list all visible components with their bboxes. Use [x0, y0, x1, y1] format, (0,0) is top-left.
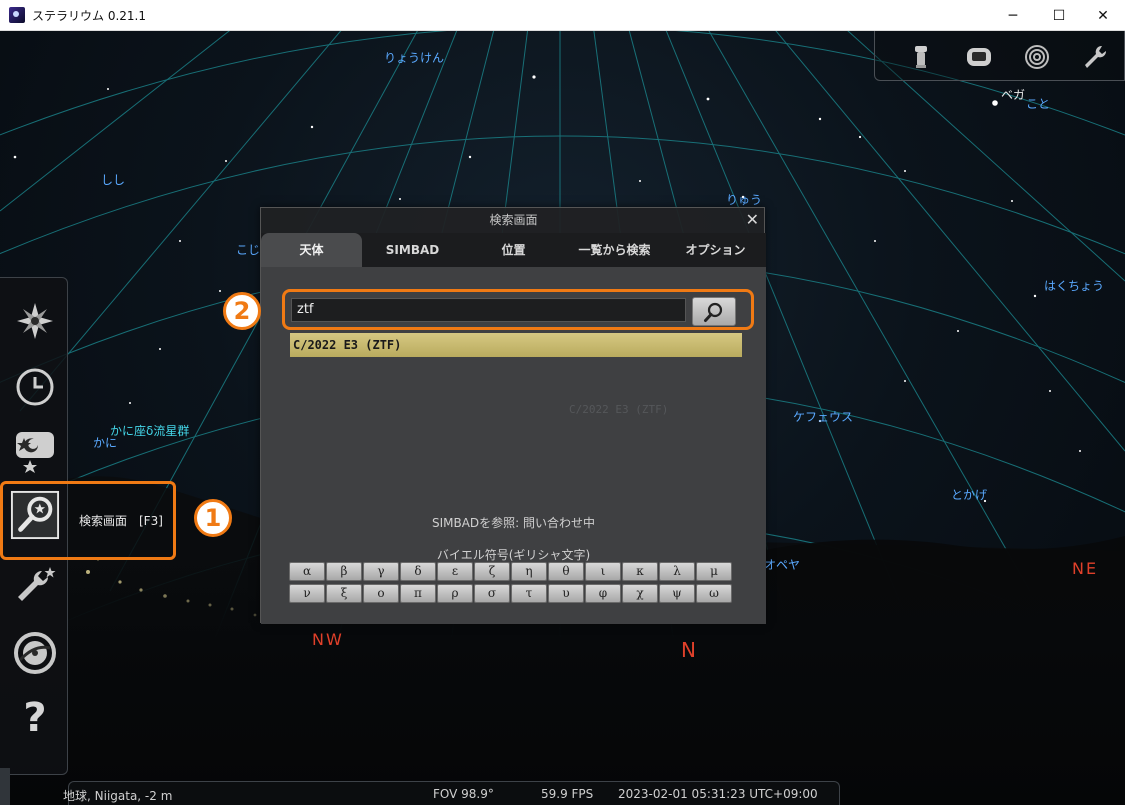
resize-grip[interactable]	[0, 768, 10, 805]
tab-list-search[interactable]: 一覧から検索	[564, 233, 665, 267]
stellarium-app-icon	[9, 7, 25, 23]
constellation-label: はくちょう	[1044, 279, 1105, 293]
background-object-label: C/2022 E3 (ZTF)	[569, 403, 669, 416]
greek-key[interactable]: κ	[622, 562, 658, 581]
tab-options[interactable]: オプション	[665, 233, 766, 267]
greek-key[interactable]: ε	[437, 562, 473, 581]
maximize-button[interactable]: ☐	[1036, 0, 1082, 31]
meteor-shower-label: かに座δ流星群	[110, 424, 190, 438]
greek-key[interactable]: δ	[400, 562, 436, 581]
constellation-label: とかげ	[951, 488, 988, 502]
search-result-item[interactable]: C/2022 E3 (ZTF)	[290, 333, 742, 357]
greek-key[interactable]: π	[400, 584, 436, 603]
status-bar: 地球, Niigata, -2 m FOV 98.9° 59.9 FPS 202…	[63, 781, 840, 805]
greek-key[interactable]: ω	[696, 584, 732, 603]
target-icon[interactable]	[1023, 43, 1051, 71]
greek-key[interactable]: β	[326, 562, 362, 581]
wrench-icon[interactable]	[1081, 43, 1109, 71]
greek-key[interactable]: ρ	[437, 584, 473, 603]
screen-icon[interactable]	[965, 43, 993, 71]
greek-key[interactable]: υ	[548, 584, 584, 603]
window-titlebar: ステラリウム 0.21.1 ─ ☐ ✕	[0, 0, 1125, 31]
annotation-step-2: 2	[223, 292, 261, 330]
settings-icon[interactable]	[10, 563, 60, 613]
fps-readout: 59.9 FPS	[541, 787, 594, 801]
greek-key[interactable]: ο	[363, 584, 399, 603]
cardinal-n: N	[681, 638, 696, 662]
dialog-tabs: 天体 SIMBAD 位置 一覧から検索 オプション	[261, 233, 766, 267]
clock-icon[interactable]	[10, 362, 60, 412]
cardinal-nw: NW	[312, 630, 344, 649]
greek-key[interactable]: ζ	[474, 562, 510, 581]
telescope-icon[interactable]	[907, 43, 935, 71]
compass-star-icon[interactable]	[10, 296, 60, 346]
sky-view-icon[interactable]	[10, 426, 60, 476]
help-icon[interactable]: ?	[10, 693, 60, 743]
greek-key[interactable]: ι	[585, 562, 621, 581]
dialog-close-icon[interactable]: ✕	[746, 211, 759, 229]
constellation-label: こと	[1026, 97, 1051, 111]
greek-key[interactable]: ψ	[659, 584, 695, 603]
fov-readout: FOV 98.9°	[433, 787, 494, 801]
greek-key[interactable]: ν	[289, 584, 325, 603]
window-title: ステラリウム 0.21.1	[32, 8, 146, 23]
constellation-label: ケフェウス	[793, 410, 854, 424]
annotation-step-1: 1	[194, 499, 232, 537]
greek-key[interactable]: ξ	[326, 584, 362, 603]
greek-key[interactable]: τ	[511, 584, 547, 603]
constellation-label: りょうけん	[384, 51, 445, 65]
location-readout: 地球, Niigata, -2 m	[63, 789, 173, 803]
greek-key[interactable]: σ	[474, 584, 510, 603]
close-window-button[interactable]: ✕	[1080, 0, 1125, 31]
greek-key[interactable]: γ	[363, 562, 399, 581]
greek-key[interactable]: η	[511, 562, 547, 581]
star-label-vega: ベガ	[1001, 88, 1026, 102]
search-tooltip: 検索画面 [F3]	[79, 514, 163, 528]
greek-key[interactable]: φ	[585, 584, 621, 603]
cardinal-ne: NE	[1072, 559, 1099, 578]
tab-position[interactable]: 位置	[463, 233, 564, 267]
tab-object[interactable]: 天体	[261, 233, 362, 267]
greek-key[interactable]: α	[289, 562, 325, 581]
constellation-label: しし	[101, 173, 126, 187]
top-button-bar	[874, 31, 1125, 81]
greek-key[interactable]: λ	[659, 562, 695, 581]
tab-simbad[interactable]: SIMBAD	[362, 233, 463, 267]
dialog-title: 検索画面	[489, 213, 538, 227]
greek-key[interactable]: χ	[622, 584, 658, 603]
datetime-readout: 2023-02-01 05:31:23 UTC+09:00	[618, 787, 818, 801]
astro-calc-icon[interactable]	[10, 628, 60, 678]
constellation-label: かに	[93, 436, 118, 450]
bayer-designation-heading: バイエル符号(ギリシャ文字)	[436, 548, 591, 562]
constellation-label: りゅう	[726, 193, 763, 207]
search-dialog: 検索画面 ✕ 天体 SIMBAD 位置 一覧から検索 オプション ztf C/2…	[260, 207, 766, 624]
greek-key[interactable]: μ	[696, 562, 732, 581]
greek-key[interactable]: θ	[548, 562, 584, 581]
minimize-button[interactable]: ─	[990, 0, 1036, 31]
annotation-highlight-search-field	[282, 289, 754, 330]
simbad-status-text: SIMBADを参照: 問い合わせ中	[431, 516, 596, 530]
